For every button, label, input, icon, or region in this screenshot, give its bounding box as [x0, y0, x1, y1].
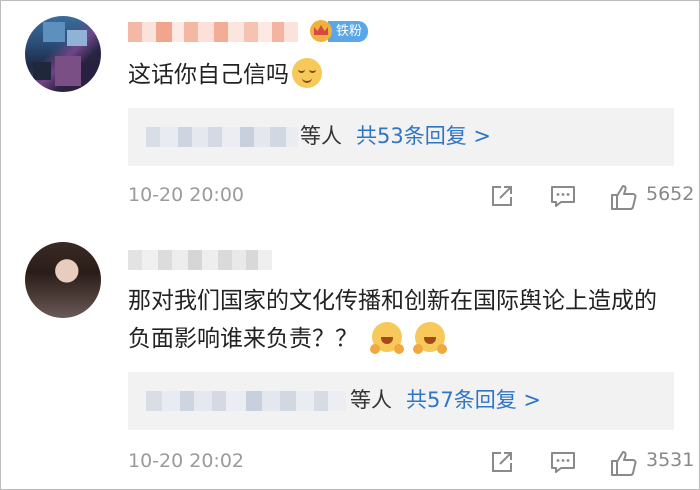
comment-body: 这话你自己信吗 [128, 62, 289, 88]
share-icon[interactable] [488, 448, 516, 480]
username-blurred[interactable] [128, 22, 298, 42]
share-icon[interactable] [488, 182, 516, 214]
avatar[interactable] [25, 242, 101, 318]
hugging-face-emoji [370, 322, 404, 354]
reply-text: 等人 共53条回复 > [300, 122, 491, 150]
comment-icon[interactable] [549, 182, 577, 214]
badge-label: 铁粉 [328, 20, 369, 42]
comment-icon[interactable] [549, 448, 577, 480]
reply-summary[interactable]: 等人 共57条回复 > [128, 372, 674, 430]
reply-others-label: 等人 [350, 388, 392, 412]
thumbs-up-icon[interactable] [609, 182, 639, 216]
reply-summary[interactable]: 等人 共53条回复 > [128, 108, 674, 166]
fan-badge[interactable]: 铁粉 [310, 20, 369, 42]
view-replies-link[interactable]: 共53条回复 > [356, 124, 491, 148]
action-bar: 3531 [26, 446, 700, 476]
like-count: 3531 [646, 449, 695, 471]
view-replies-link[interactable]: 共57条回复 > [406, 388, 541, 412]
crown-icon [310, 20, 332, 42]
relieved-face-emoji [292, 58, 322, 88]
reply-names-blurred [146, 391, 346, 411]
comment-text: 这话你自己信吗 [128, 56, 668, 94]
action-bar: 5652 [26, 180, 700, 210]
like-count: 5652 [646, 183, 695, 205]
reply-text: 等人 共57条回复 > [350, 386, 541, 414]
thumbs-up-icon[interactable] [609, 448, 639, 482]
reply-others-label: 等人 [300, 124, 342, 148]
avatar[interactable] [25, 16, 101, 92]
reply-names-blurred [146, 127, 298, 147]
username-blurred[interactable] [128, 250, 272, 270]
comment-text: 那对我们国家的文化传播和创新在国际舆论上造成的负面影响谁来负责？？ [128, 282, 668, 358]
hugging-face-emoji [413, 322, 447, 354]
